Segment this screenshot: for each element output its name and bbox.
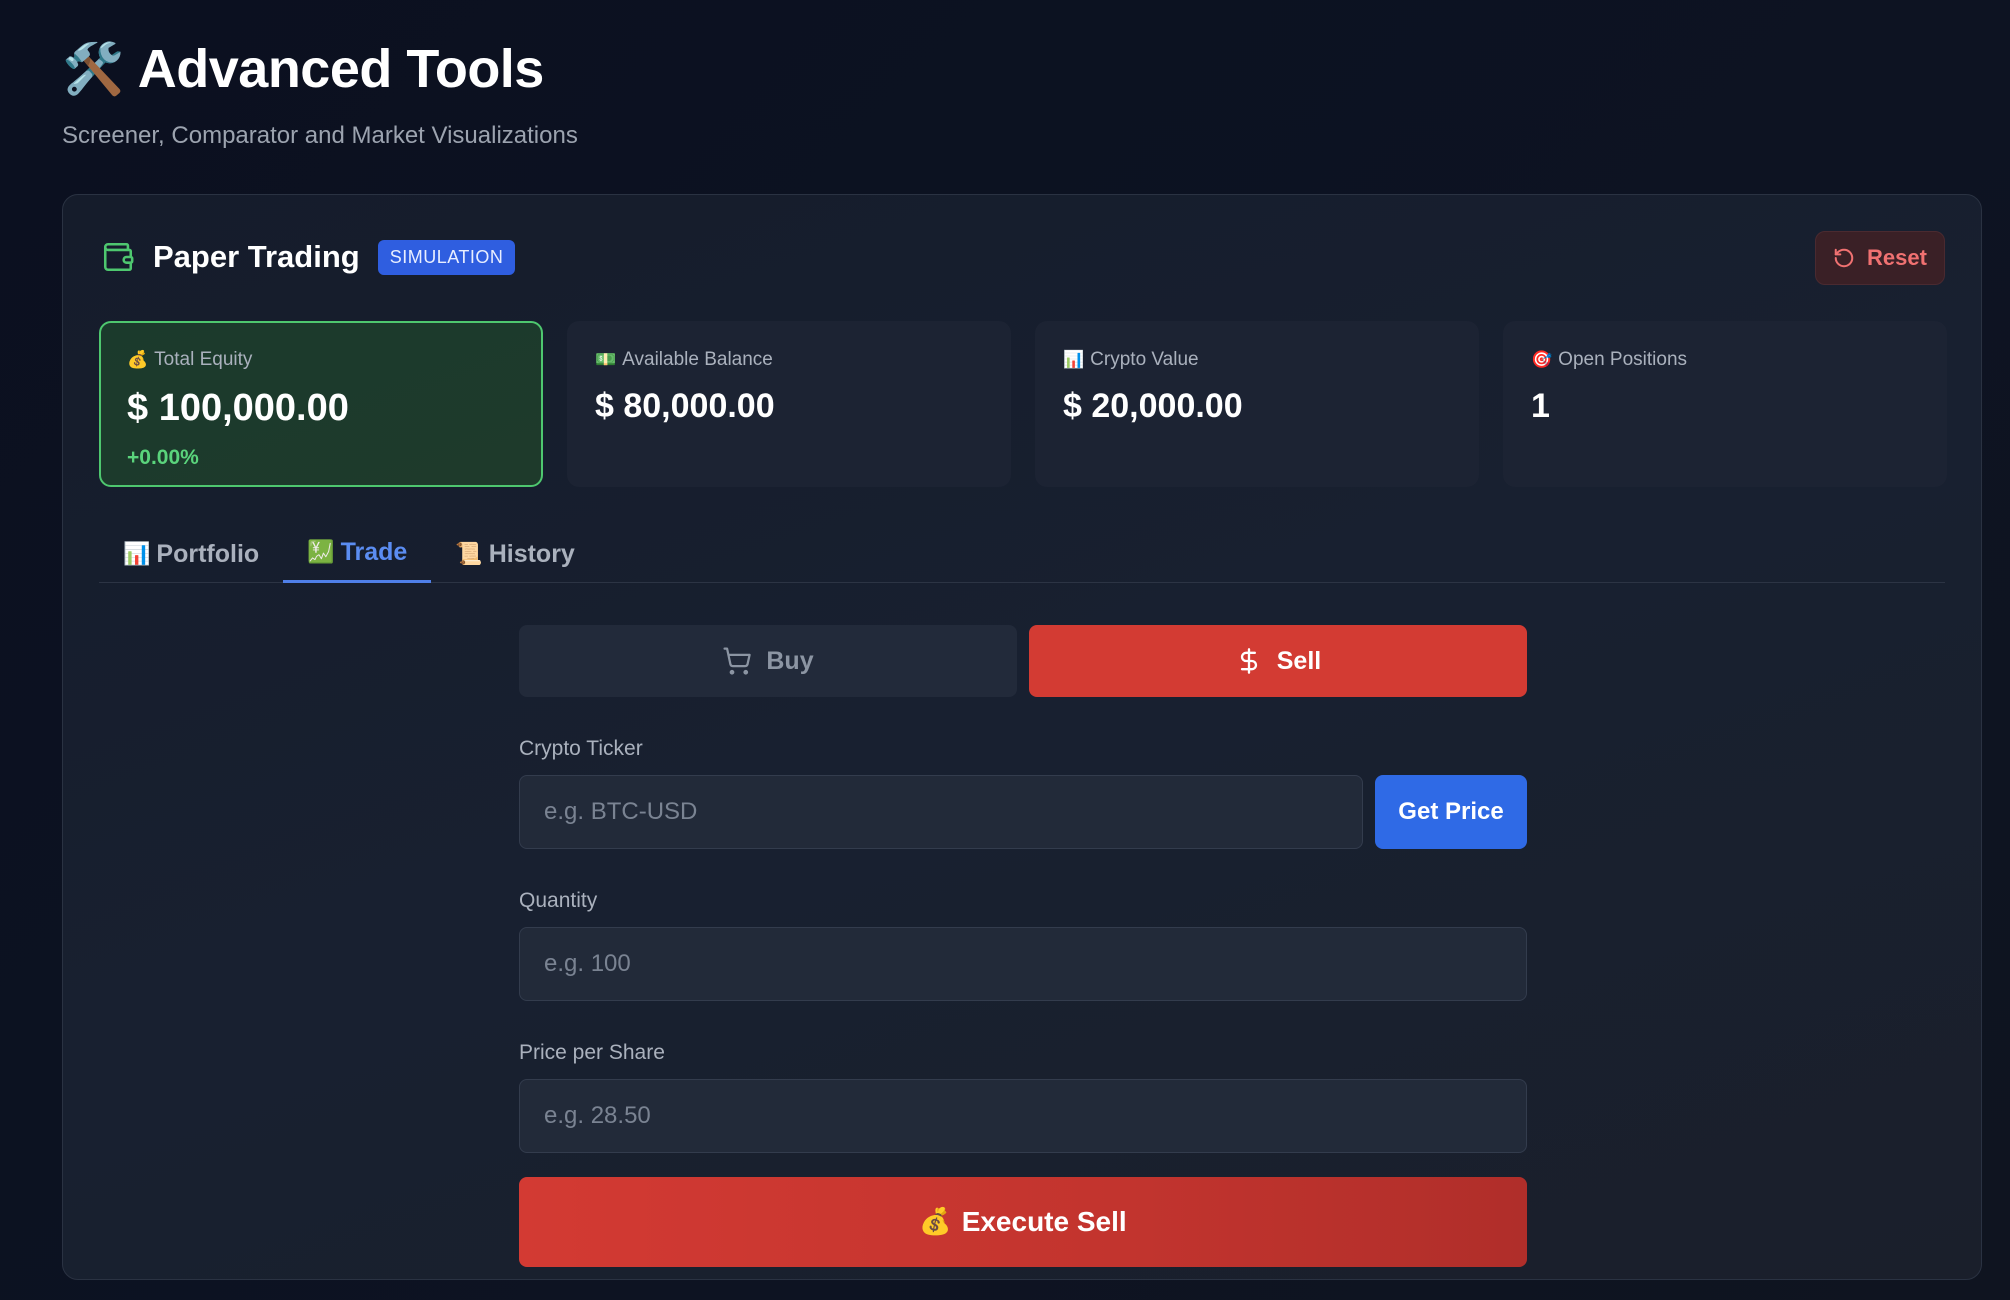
tab-portfolio[interactable]: 📊 Portfolio [99, 525, 283, 583]
panel-header: Paper Trading SIMULATION [101, 239, 516, 275]
stat-label: 💵 Available Balance [595, 349, 983, 371]
tools-icon: 🛠️ [62, 39, 124, 98]
buy-label: Buy [766, 646, 814, 675]
panel-title: Paper Trading [153, 239, 360, 274]
price-label: Price per Share [519, 1041, 665, 1064]
buy-toggle-button[interactable]: Buy [519, 625, 1017, 697]
stat-label: 📊 Crypto Value [1063, 349, 1451, 371]
quantity-label: Quantity [519, 889, 598, 912]
target-icon: 🎯 [1531, 350, 1553, 370]
stat-label-text: Available Balance [622, 349, 773, 370]
price-row [519, 1079, 1527, 1153]
reset-button[interactable]: Reset [1815, 231, 1945, 285]
wallet-icon [103, 242, 134, 272]
stat-card-available-balance: 💵 Available Balance $ 80,000.00 [567, 321, 1011, 487]
stat-change: +0.00% [127, 446, 199, 469]
stat-label-text: Total Equity [154, 349, 253, 370]
get-price-button[interactable]: Get Price [1375, 775, 1527, 849]
quantity-input[interactable] [519, 927, 1527, 1001]
cart-icon [723, 647, 752, 675]
page-header: 🛠️ Advanced Tools Screener, Comparator a… [62, 38, 578, 150]
stat-label: 💰 Total Equity [127, 349, 515, 371]
stat-card-total-equity: 💰 Total Equity $ 100,000.00 +0.00% [99, 321, 543, 487]
money-bag-icon: 💰 [919, 1207, 952, 1237]
tab-trade[interactable]: 💹 Trade [283, 525, 432, 583]
page-subtitle: Screener, Comparator and Market Visualiz… [62, 122, 578, 149]
tab-label: History [488, 539, 575, 568]
tab-bar: 📊 Portfolio 💹 Trade 📜 History [99, 525, 1945, 583]
stat-card-open-positions: 🎯 Open Positions 1 [1503, 321, 1947, 487]
tab-history[interactable]: 📜 History [431, 525, 599, 583]
sell-toggle-button[interactable]: Sell [1029, 625, 1527, 697]
page-title-text: Advanced Tools [137, 39, 545, 99]
stat-label: 🎯 Open Positions [1531, 349, 1919, 371]
stats-row: 💰 Total Equity $ 100,000.00 +0.00% 💵 Ava… [99, 321, 1947, 487]
page-title: 🛠️ Advanced Tools [62, 38, 578, 100]
stat-label-text: Open Positions [1558, 349, 1688, 370]
bar-chart-icon: 📊 [123, 541, 151, 567]
execute-label: Execute Sell [961, 1206, 1127, 1237]
ticker-input[interactable] [519, 775, 1363, 849]
price-input[interactable] [519, 1079, 1527, 1153]
scroll-icon: 📜 [455, 541, 483, 567]
execute-sell-button[interactable]: 💰 Execute Sell [519, 1177, 1527, 1267]
stat-value: $ 80,000.00 [595, 387, 775, 425]
tab-label: Trade [340, 538, 408, 566]
simulation-badge: SIMULATION [377, 239, 516, 275]
stat-value: $ 100,000.00 [127, 387, 349, 429]
bar-chart-icon: 📊 [1063, 350, 1085, 370]
stat-value: $ 20,000.00 [1063, 387, 1243, 425]
ticker-row: Get Price [519, 775, 1527, 849]
quantity-row [519, 927, 1527, 1001]
ticker-label: Crypto Ticker [519, 737, 643, 760]
banknote-icon: 💵 [595, 350, 617, 370]
dollar-icon [1240, 648, 1257, 674]
reset-icon [1834, 248, 1854, 268]
reset-label: Reset [1867, 245, 1927, 270]
tab-label: Portfolio [156, 539, 260, 568]
stat-value: 1 [1531, 387, 1550, 425]
stat-label-text: Crypto Value [1090, 349, 1199, 370]
paper-trading-panel: Paper Trading SIMULATION Reset 💰 Total E… [62, 194, 1982, 1280]
side-toggle: Buy Sell [519, 625, 1527, 697]
chart-increasing-icon: 💹 [307, 540, 335, 565]
money-bag-icon: 💰 [127, 350, 149, 370]
sell-label: Sell [1276, 646, 1322, 675]
trade-form: Buy Sell Crypto Ticker Get Price Quantit… [519, 625, 1527, 1267]
stat-card-crypto-value: 📊 Crypto Value $ 20,000.00 [1035, 321, 1479, 487]
